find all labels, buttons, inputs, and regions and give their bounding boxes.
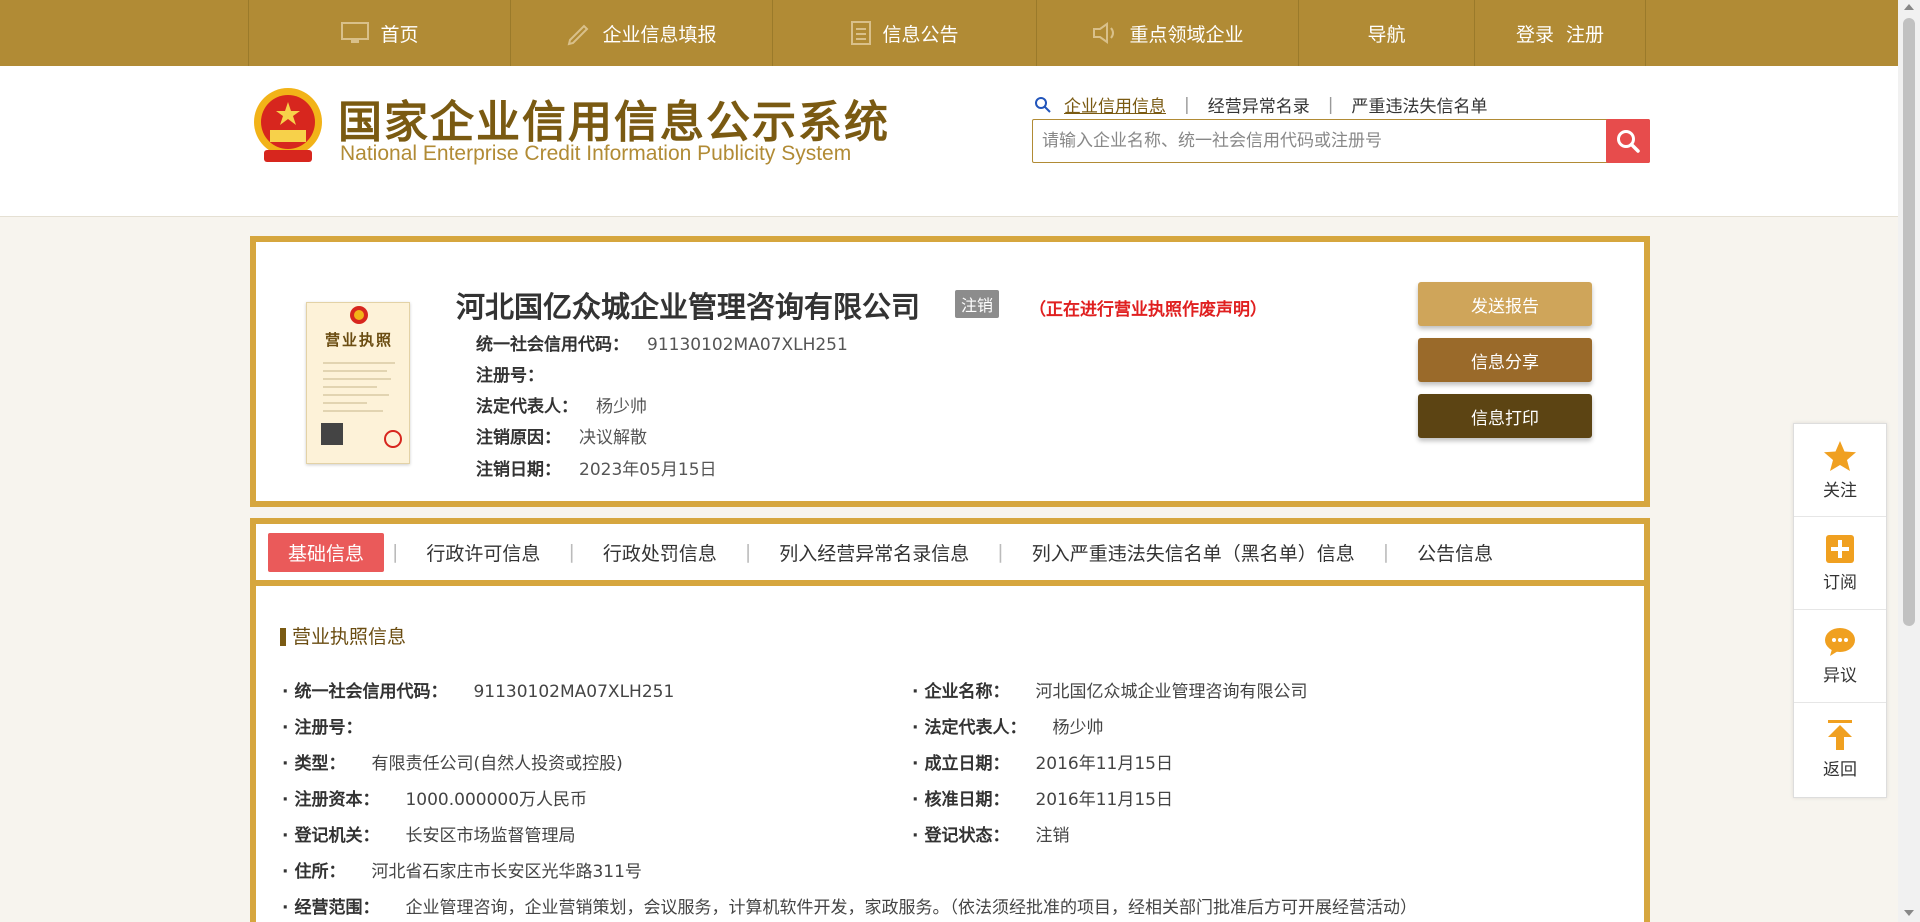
floating-toolbar: 关注 订阅 异议 返回 [1793, 423, 1887, 798]
site-title-cn: 国家企业信用信息公示系统 [338, 97, 890, 148]
info-tabs: 基础信息 | 行政许可信息 | 行政处罚信息 | 列入经营异常名录信息 | 列入… [256, 524, 1644, 586]
scroll-down-icon[interactable] [1904, 910, 1914, 916]
license-emblem-icon [321, 306, 402, 448]
search-input[interactable] [1033, 120, 1607, 162]
register-link[interactable]: 注册 [1566, 20, 1604, 47]
back-to-top-button[interactable]: 返回 [1794, 703, 1886, 796]
business-license-image[interactable]: 营业执照 [306, 302, 410, 464]
site-header: 国家企业信用信息公示系统 National Enterprise Credit … [0, 66, 1898, 217]
info-row: · 注册资本： 1000.000000万人民币 [282, 790, 588, 810]
search-type-tabs: 企业信用信息 | 经营异常名录 | 严重违法失信名单 [1034, 92, 1487, 117]
company-name: 河北国亿众城企业管理咨询有限公司 [456, 290, 921, 324]
print-button[interactable]: 信息打印 [1418, 394, 1592, 438]
section-title: 营业执照信息 [280, 628, 406, 647]
info-row: · 登记机关： 长安区市场监督管理局 [282, 826, 576, 846]
share-button[interactable]: 信息分享 [1418, 338, 1592, 382]
card-field-credit-code: 统一社会信用代码： 91130102MA07XLH251 [476, 335, 848, 355]
top-navigation: 首页 企业信息填报 信息公告 重点领域企业 导航 登录 注册 [0, 0, 1898, 66]
tab-basic-info[interactable]: 基础信息 [268, 532, 385, 572]
tab-credit-info[interactable]: 企业信用信息 [1064, 92, 1166, 117]
star-icon [1824, 440, 1856, 471]
search-small-icon [1035, 96, 1051, 113]
national-emblem-icon [254, 88, 322, 162]
nav-home-label: 首页 [380, 23, 419, 46]
nav-report-label: 企业信息填报 [602, 23, 717, 46]
nav-auth: 登录 注册 [1474, 0, 1646, 66]
nav-home[interactable]: 首页 [248, 0, 510, 66]
detail-panel: 基础信息 | 行政许可信息 | 行政处罚信息 | 列入经营异常名录信息 | 列入… [250, 518, 1650, 922]
send-report-button[interactable]: 发送报告 [1418, 282, 1592, 326]
nav-guide-label: 导航 [1367, 23, 1406, 46]
license-void-notice[interactable]: （正在进行营业执照作废声明） [1029, 295, 1267, 320]
plus-icon [1826, 534, 1854, 563]
nav-report[interactable]: 企业信息填报 [510, 0, 772, 66]
pen-icon [568, 24, 589, 46]
nav-key-enterprises[interactable]: 重点领域企业 [1036, 0, 1298, 66]
info-row: · 统一社会信用代码： 91130102MA07XLH251 [282, 682, 675, 702]
company-card: 营业执照 河北国亿众城企业管理咨询有限公司 注销 （正在进行营业执照作废声明） … [250, 236, 1650, 507]
scroll-up-icon[interactable] [1904, 4, 1914, 10]
info-row: · 成立日期： 2016年11月15日 [912, 754, 1173, 774]
info-row: · 住所： 河北省石家庄市长安区光华路311号 [282, 862, 642, 882]
info-row: · 企业名称： 河北国亿众城企业管理咨询有限公司 [912, 682, 1308, 702]
tab-blacklist-info[interactable]: 列入严重违法失信名单（黑名单）信息 [1032, 539, 1355, 566]
objection-button[interactable]: 异议 [1794, 610, 1886, 703]
tab-abnormal-info[interactable]: 列入经营异常名录信息 [779, 539, 969, 566]
speaker-icon [1093, 22, 1115, 44]
nav-announce-label: 信息公告 [882, 23, 959, 46]
follow-button[interactable]: 关注 [1794, 424, 1886, 517]
card-field-legal-rep: 法定代表人： 杨少帅 [476, 397, 647, 417]
nav-announce[interactable]: 信息公告 [772, 0, 1036, 66]
card-field-cancel-date: 注销日期： 2023年05月15日 [476, 460, 717, 480]
info-row: · 经营范围： 企业管理咨询，企业营销策划，会议服务，计算机软件开发，家政服务。（依… [282, 898, 1417, 918]
subscribe-button[interactable]: 订阅 [1794, 517, 1886, 610]
tab-announcement-info[interactable]: 公告信息 [1417, 539, 1493, 566]
tab-admin-license[interactable]: 行政许可信息 [426, 539, 540, 566]
nav-key-enterprises-label: 重点领域企业 [1129, 23, 1244, 46]
license-label: 营业执照 [325, 331, 394, 349]
info-row: · 注册号： [282, 718, 363, 738]
info-row: · 类型： 有限责任公司(自然人投资或控股) [282, 754, 623, 774]
site-title-en: National Enterprise Credit Information P… [340, 142, 852, 165]
status-badge: 注销 [955, 290, 1000, 318]
search-box [1032, 119, 1650, 163]
card-field-reg-no: 注册号： [476, 366, 544, 386]
chat-icon [1825, 627, 1855, 656]
search-button[interactable] [1606, 119, 1650, 163]
monitor-icon [341, 22, 370, 43]
tab-blacklist[interactable]: 严重违法失信名单 [1351, 92, 1487, 117]
search-icon [1617, 130, 1640, 153]
tab-abnormal-list[interactable]: 经营异常名录 [1208, 92, 1310, 117]
document-icon [851, 21, 872, 45]
card-field-cancel-reason: 注销原因： 决议解散 [476, 428, 647, 448]
info-row: · 法定代表人： 杨少帅 [912, 718, 1104, 738]
tab-admin-penalty[interactable]: 行政处罚信息 [603, 539, 717, 566]
arrow-up-icon [1828, 720, 1852, 750]
nav-guide[interactable]: 导航 [1298, 0, 1474, 66]
login-link[interactable]: 登录 [1516, 20, 1554, 47]
scroll-thumb[interactable] [1903, 18, 1915, 626]
info-row: · 核准日期： 2016年11月15日 [912, 790, 1173, 810]
page-scrollbar[interactable] [1898, 0, 1920, 922]
info-row: · 登记状态： 注销 [912, 826, 1070, 846]
